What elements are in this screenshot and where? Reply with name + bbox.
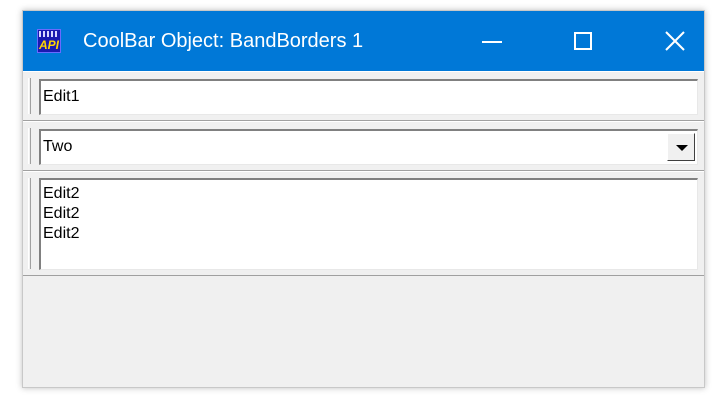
maximize-icon bbox=[574, 32, 592, 50]
combo-selected-value: Two bbox=[43, 138, 73, 155]
minimize-icon bbox=[482, 41, 502, 43]
edit2-multiline-field[interactable]: Edit2 Edit2 Edit2 bbox=[39, 178, 698, 270]
app-icon[interactable]: API bbox=[37, 29, 61, 53]
band-gripper[interactable] bbox=[28, 78, 31, 114]
coolbar-band-1: Edit1 bbox=[23, 71, 704, 121]
close-button[interactable] bbox=[644, 11, 706, 71]
window-title: CoolBar Object: BandBorders 1 bbox=[83, 30, 364, 52]
app-icon-stripe bbox=[39, 31, 59, 37]
edit1-field[interactable]: Edit1 bbox=[39, 79, 698, 115]
coolbar-band-3: Edit2 Edit2 Edit2 bbox=[23, 171, 704, 276]
memo-line: Edit2 bbox=[43, 205, 80, 222]
minimize-button[interactable] bbox=[460, 11, 522, 71]
memo-line: Edit2 bbox=[43, 185, 80, 202]
band-gripper[interactable] bbox=[28, 128, 31, 164]
combo-box[interactable]: Two bbox=[39, 129, 698, 165]
band-gripper[interactable] bbox=[28, 178, 31, 269]
combo-dropdown-button[interactable] bbox=[667, 133, 695, 161]
close-icon bbox=[665, 31, 685, 51]
coolbar-window: API CoolBar Object: BandBorders 1 Edit1 … bbox=[22, 10, 705, 388]
chevron-down-icon bbox=[676, 145, 688, 151]
title-bar[interactable]: API CoolBar Object: BandBorders 1 bbox=[23, 11, 704, 71]
app-icon-lettering: API bbox=[38, 38, 59, 52]
memo-line: Edit2 bbox=[43, 225, 80, 242]
coolbar-band-2: Two bbox=[23, 121, 704, 171]
maximize-button[interactable] bbox=[552, 11, 614, 71]
